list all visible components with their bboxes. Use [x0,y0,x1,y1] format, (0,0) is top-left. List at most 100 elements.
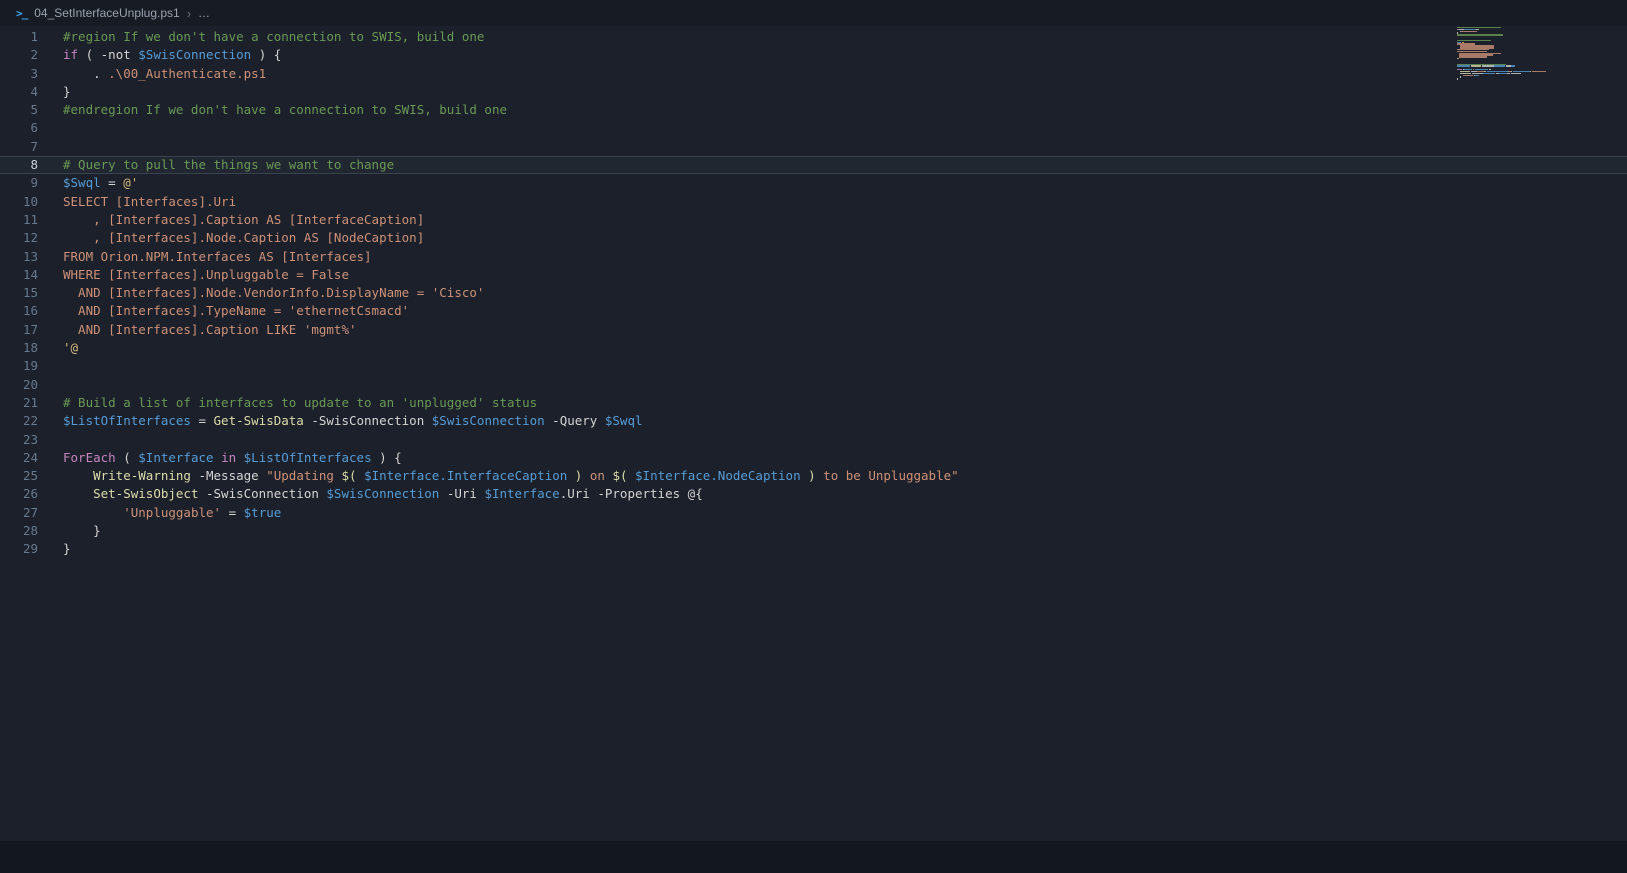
line-number[interactable]: 9 [0,174,63,192]
code-line[interactable]: 19 [0,357,1627,375]
code-line-text: 'Unpluggable' = $true [63,504,1627,522]
line-number[interactable]: 27 [0,504,63,522]
code-token: ( -not [78,47,139,63]
line-number[interactable]: 1 [0,28,63,46]
line-number[interactable]: 3 [0,65,63,83]
line-number[interactable]: 29 [0,540,63,558]
code-line-text: #endregion If we don't have a connection… [63,101,1627,119]
code-line-text: } [63,540,1627,558]
code-token: '@ [63,340,79,356]
line-number[interactable]: 28 [0,522,63,540]
line-number[interactable]: 24 [0,449,63,467]
code-line-text: . .\00_Authenticate.ps1 [63,65,1627,83]
line-number[interactable]: 22 [0,412,63,430]
line-number[interactable]: 20 [0,376,63,394]
line-number[interactable]: 15 [0,284,63,302]
code-line-text: $ListOfInterfaces = Get-SwisData -SwisCo… [63,412,1627,430]
line-number[interactable]: 2 [0,46,63,64]
code-line-text: '@ [63,339,1627,357]
code-token: $SwisConnection [431,413,545,429]
line-number[interactable]: 4 [0,83,63,101]
line-number[interactable]: 19 [0,357,63,375]
code-token: , [Interfaces].Caption AS [InterfaceCapt… [63,211,425,227]
code-line[interactable]: 23 [0,431,1627,449]
line-number[interactable]: 12 [0,229,63,247]
code-line[interactable]: 28 } [0,522,1627,540]
code-line[interactable]: 8 # Query to pull the things we want to c… [0,156,1627,175]
minimap[interactable] [1457,27,1549,87]
code-token: Set-SwisObject [93,486,199,502]
code-line[interactable]: 29} [0,540,1627,558]
code-line[interactable]: 22 $ListOfInterfaces = Get-SwisData -Swis… [0,412,1627,430]
line-number[interactable]: 16 [0,302,63,320]
line-number[interactable]: 7 [0,138,63,156]
line-number[interactable]: 10 [0,193,63,211]
code-line[interactable]: 2 if ( -not $SwisConnection ) { [0,46,1627,64]
chevron-right-icon: › [186,5,192,21]
line-number[interactable]: 26 [0,485,63,503]
code-token: $Interface [138,449,214,465]
code-line[interactable]: 10 SELECT [Interfaces].Uri [0,193,1627,211]
code-line[interactable]: 5 #endregion If we don't have a connectio… [0,101,1627,119]
line-number[interactable]: 18 [0,339,63,357]
code-line-text: SELECT [Interfaces].Uri [63,193,1627,211]
line-number[interactable]: 21 [0,394,63,412]
line-number[interactable]: 6 [0,119,63,137]
code-line[interactable]: 3 . .\00_Authenticate.ps1 [0,65,1627,83]
code-line[interactable]: 1 #region If we don't have a connection t… [0,28,1627,46]
line-number[interactable]: 14 [0,266,63,284]
code-line[interactable]: 4} [0,83,1627,101]
breadcrumb-file[interactable]: 04_SetInterfaceUnplug.ps1 [34,6,179,20]
code-line[interactable]: 9 $Swql = @' [0,174,1627,192]
code-token: -Message [190,468,267,484]
code-token: "Updating [266,468,342,484]
code-token: to be Unpluggable" [815,468,959,484]
code-line[interactable]: 12 , [Interfaces].Node.Caption AS [NodeC… [0,229,1627,247]
code-line[interactable]: 25 Write-Warning -Message "Updating $( $… [0,467,1627,485]
code-token: on [582,468,613,484]
code-line[interactable]: 16 AND [Interfaces].TypeName = 'ethernet… [0,302,1627,320]
code-line[interactable]: 15 AND [Interfaces].Node.VendorInfo.Disp… [0,284,1627,302]
code-line-text: AND [Interfaces].Node.VendorInfo.Display… [63,284,1627,302]
breadcrumb-bar: >_ 04_SetInterfaceUnplug.ps1 › … [0,0,1627,26]
line-number[interactable]: 8 [0,156,63,174]
code-line[interactable]: 21 # Build a list of interfaces to update… [0,394,1627,412]
code-token: $SwisConnection [138,47,252,63]
line-number[interactable]: 5 [0,101,63,119]
code-token: $SwisConnection [326,486,440,502]
code-line[interactable]: 17 AND [Interfaces].Caption LIKE 'mgmt%' [0,321,1627,339]
code-line[interactable]: 11 , [Interfaces].Caption AS [InterfaceC… [0,211,1627,229]
line-number[interactable]: 17 [0,321,63,339]
code-token: $true [243,504,282,520]
code-line[interactable]: 6 [0,119,1627,137]
code-line[interactable]: 26 Set-SwisObject -SwisConnection $SwisC… [0,485,1627,503]
code-line[interactable]: 18 '@ [0,339,1627,357]
code-token: # Query to pull the things we want to ch… [63,157,395,173]
line-number[interactable]: 11 [0,211,63,229]
code-token: $Interface.NodeCaption [627,468,809,484]
code-line[interactable]: 14 WHERE [Interfaces].Unpluggable = False [0,266,1627,284]
code-line-text: Set-SwisObject -SwisConnection $SwisConn… [63,485,1627,503]
code-line[interactable]: 13 FROM Orion.NPM.Interfaces AS [Interfac… [0,248,1627,266]
line-number[interactable]: 13 [0,248,63,266]
code-token: } [63,523,101,539]
breadcrumb-more[interactable]: … [198,6,210,20]
code-line[interactable]: 24 ForEach ( $Interface in $ListOfInterfa… [0,449,1627,467]
line-number[interactable]: 25 [0,467,63,485]
code-editor[interactable]: 1 #region If we don't have a connection t… [0,26,1627,841]
code-token: AND [Interfaces].Node.VendorInfo.Display… [63,285,485,301]
code-token: -Query [544,413,605,429]
code-line-text: FROM Orion.NPM.Interfaces AS [Interfaces… [63,248,1627,266]
code-line[interactable]: 7 [0,138,1627,156]
code-line[interactable]: 27 'Unpluggable' = $true [0,504,1627,522]
code-line[interactable]: 20 [0,376,1627,394]
code-token: } [63,83,71,99]
code-token: = [221,504,244,520]
bottom-strip [0,841,1627,873]
line-number[interactable]: 23 [0,431,63,449]
code-line-text: WHERE [Interfaces].Unpluggable = False [63,266,1627,284]
